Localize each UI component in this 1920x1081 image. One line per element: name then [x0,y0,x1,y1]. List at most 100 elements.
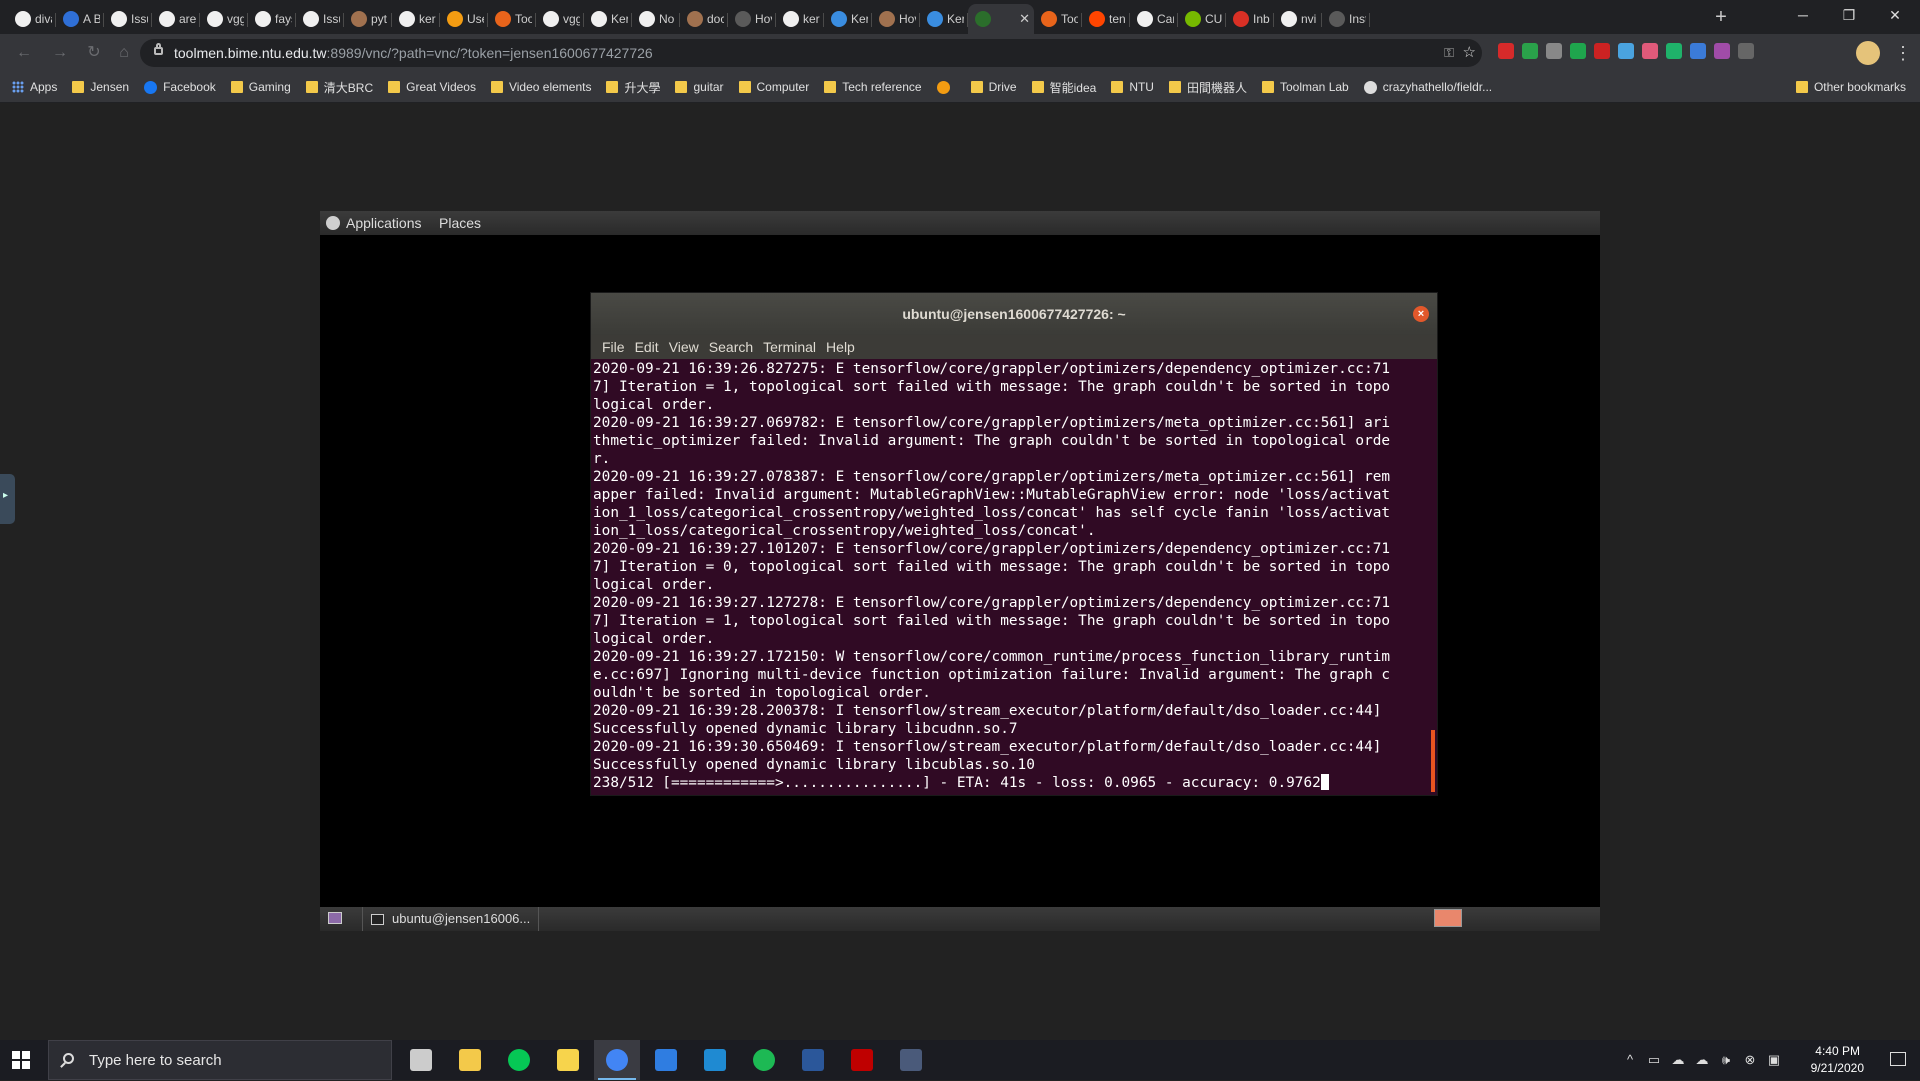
forward-arrow-icon[interactable]: → [48,41,72,65]
browser-tab[interactable]: diva [8,4,56,34]
clock-time[interactable]: 4:40 PM [1815,1044,1860,1058]
terminal-menu-edit[interactable]: Edit [630,335,664,359]
line-taskbar-button[interactable] [496,1040,542,1080]
key-icon[interactable]: ⚿ [1444,39,1454,67]
home-icon[interactable]: ⌂ [112,41,136,65]
browser-tab[interactable]: Ker [584,4,632,34]
minimize-button[interactable]: ─ [1780,0,1826,30]
chevron-up-icon[interactable]: ^ [1622,1052,1638,1068]
bookmark-item[interactable]: guitar [675,80,724,94]
browser-tab[interactable]: Ker [824,4,872,34]
browser-tab[interactable]: pyt [344,4,392,34]
browser-tab[interactable]: vgg [536,4,584,34]
terminal-scrollbar[interactable] [1427,360,1435,794]
calculator-taskbar-button[interactable] [888,1040,934,1080]
reload-icon[interactable]: ↻ [82,41,106,65]
close-tab-icon[interactable]: ✕ [1019,11,1030,27]
bookmark-item[interactable]: Facebook [144,80,216,94]
lock-icon[interactable] [154,43,163,55]
browser-tab[interactable]: doc [680,4,728,34]
terminal-window[interactable]: ubuntu@jensen1600677427726: ~ × File Edit… [590,292,1438,796]
extension-icon[interactable] [1498,43,1514,59]
browser-tab[interactable]: Inst [1322,4,1370,34]
bookmark-item[interactable]: 智能idea [1031,79,1096,96]
bookmark-item[interactable]: Drive [970,80,1017,94]
bookmark-item[interactable]: 清大BRC [305,79,373,96]
browser-tab[interactable]: Issu [104,4,152,34]
onedrive-icon[interactable]: ☁ [1670,1052,1686,1068]
other-bookmarks[interactable]: Other bookmarks [1795,72,1906,102]
extension-icon[interactable] [1642,43,1658,59]
terminal-title[interactable]: ubuntu@jensen1600677427726: ~ [591,293,1437,335]
bookmark-item[interactable]: Computer [738,80,809,94]
scrollbar-thumb[interactable] [1431,730,1435,792]
extension-icon[interactable] [1714,43,1730,59]
browser-tab[interactable]: Use [440,4,488,34]
sticky-notes-taskbar-button[interactable] [545,1040,591,1080]
terminal-menu-help[interactable]: Help [821,335,860,359]
terminal-output[interactable]: 2020-09-21 16:39:26.827275: E tensorflow… [593,360,1423,794]
applications-menu[interactable]: Applications [346,211,422,235]
bookmark-item[interactable]: crazyhathello/fieldr... [1363,80,1492,94]
close-icon[interactable]: × [1413,306,1429,322]
extension-icon[interactable] [1618,43,1634,59]
browser-tab[interactable]: ker [776,4,824,34]
bookmark-item[interactable]: Toolman Lab [1262,80,1349,94]
spotify-taskbar-button[interactable] [741,1040,787,1080]
extension-icon[interactable] [1690,43,1706,59]
profile-avatar[interactable] [1856,41,1880,65]
input-method-icon[interactable]: ▣ [1766,1052,1782,1068]
browser-tab[interactable]: fays [248,4,296,34]
browser-tab[interactable]: A Bi [56,4,104,34]
browser-tab[interactable]: Too [1034,4,1082,34]
bookmark-item[interactable]: Jensen [72,80,129,94]
clock-date[interactable]: 9/21/2020 [1811,1061,1864,1075]
browser-tab[interactable]: No [632,4,680,34]
extension-icon[interactable] [1546,43,1562,59]
browser-tab[interactable]: Inb [1226,4,1274,34]
extension-icon[interactable] [1522,43,1538,59]
bookmark-item[interactable]: Gaming [230,80,291,94]
browser-tab[interactable]: Too [488,4,536,34]
address-bar[interactable]: toolmen.bime.ntu.edu.tw:8989/vnc/?path=v… [140,39,1482,67]
browser-tab[interactable]: nvi [1274,4,1322,34]
bookmark-item[interactable]: NTU [1111,80,1154,94]
vnc-desktop[interactable]: Applications Places ubuntu@jensen1600677… [320,211,1600,931]
new-tab-button[interactable]: + [1708,4,1734,30]
browser-tab[interactable]: Hov [872,4,920,34]
file-explorer-taskbar-button[interactable] [447,1040,493,1080]
browser-tab[interactable]: ten [1082,4,1130,34]
notification-icon[interactable] [1890,1052,1906,1066]
browser-tab[interactable]: ker [392,4,440,34]
browser-tab[interactable]: Ker [920,4,968,34]
bookmark-item[interactable]: Tech reference [824,80,922,94]
bookmark-star-icon[interactable]: ☆ [1463,39,1476,67]
windows-start-icon[interactable] [12,1051,30,1069]
volume-icon[interactable]: 🕪 [1718,1052,1734,1068]
browser-tab[interactable]: ✕ [968,4,1034,34]
extension-icon[interactable] [1594,43,1610,59]
places-menu[interactable]: Places [439,211,481,235]
restore-button[interactable]: ❐ [1826,0,1872,30]
bookmark-item[interactable]: Great Videos [388,80,476,94]
bookmark-item[interactable]: 田間機器人 [1168,79,1247,96]
browser-tab[interactable]: CU [1178,4,1226,34]
terminal-menu-search[interactable]: Search [704,335,758,359]
close-window-button[interactable]: ✕ [1872,0,1918,30]
more-menu-icon[interactable]: ⋮ [1894,41,1912,65]
bookmark-item[interactable]: Video elements [490,80,591,94]
bookmark-item[interactable] [936,80,956,94]
show-desktop-icon[interactable] [328,912,342,924]
extension-icon[interactable] [1666,43,1682,59]
browser-tab[interactable]: Car [1130,4,1178,34]
browser-tab[interactable]: Hov [728,4,776,34]
back-arrow-icon[interactable]: ← [12,41,36,65]
extension-icon[interactable] [1570,43,1586,59]
chrome-taskbar-button[interactable] [594,1040,640,1080]
filezilla-taskbar-button[interactable] [839,1040,885,1080]
browser-tab[interactable]: are [152,4,200,34]
terminal-menu-terminal[interactable]: Terminal [758,335,821,359]
cloud-icon[interactable]: ☁ [1694,1052,1710,1068]
bookmark-item[interactable]: Apps [12,80,57,94]
word-taskbar-button[interactable] [790,1040,836,1080]
